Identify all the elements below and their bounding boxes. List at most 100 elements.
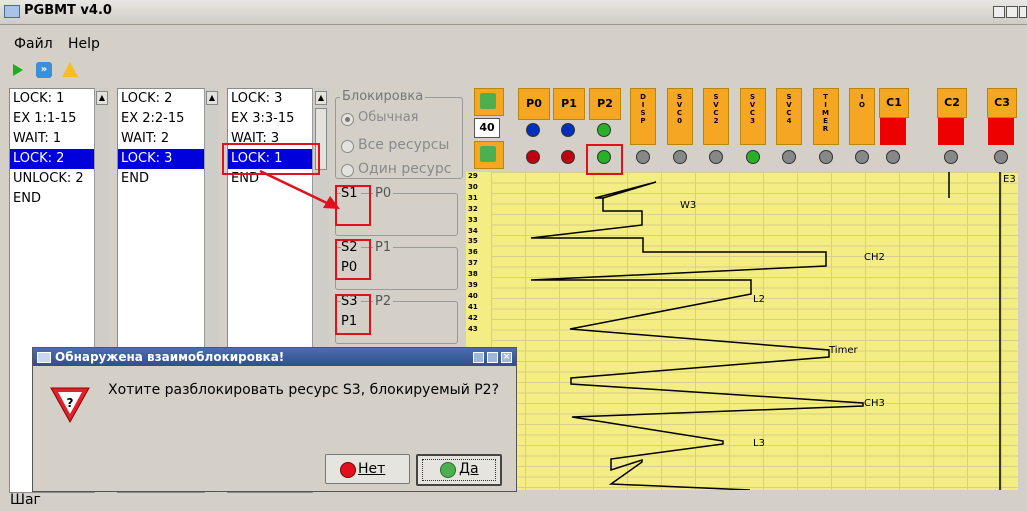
resource-owner: P2: [373, 294, 394, 309]
ruler-tick: 43: [468, 324, 478, 333]
ruler-tick: 34: [468, 226, 478, 235]
system-column-label: I O: [859, 93, 865, 109]
speed-input[interactable]: 40: [474, 118, 500, 138]
yes-button[interactable]: Да: [416, 454, 502, 486]
channel-state-indicator: [994, 150, 1008, 164]
ruler-tick: 30: [468, 182, 478, 191]
maximize-button[interactable]: [1006, 6, 1018, 18]
channel-header-c3[interactable]: C3: [987, 88, 1017, 118]
channel-state-indicator: [944, 150, 958, 164]
process-lock-indicator: [561, 150, 575, 164]
system-state-indicator: [636, 150, 650, 164]
scroll-up-icon[interactable]: ▲: [315, 91, 327, 105]
highlight-s3: [335, 294, 371, 335]
menu-help[interactable]: Help: [68, 36, 100, 52]
system-column-svc2: S V C 2: [703, 88, 729, 145]
menu-file[interactable]: Файл: [14, 36, 53, 52]
trace-line: [530, 181, 864, 490]
ruler-tick: 33: [468, 215, 478, 224]
trace-label-e3: E3: [1003, 174, 1016, 185]
ruler-tick: 42: [468, 313, 478, 322]
scroll-up-icon[interactable]: ▲: [96, 91, 108, 105]
list-item[interactable]: LOCK: 2: [118, 89, 204, 109]
minimize-button[interactable]: [993, 6, 1005, 18]
window-icon: [4, 5, 20, 18]
question-warning-icon: ?: [50, 387, 90, 424]
dialog-minimize-button[interactable]: [473, 352, 484, 363]
system-column-label: S V C 4: [786, 93, 792, 125]
system-state-indicator: [745, 150, 760, 164]
list-item[interactable]: EX 1:1-15: [10, 109, 94, 129]
process-header-p0[interactable]: P0: [518, 88, 550, 120]
system-state-indicator: [818, 150, 833, 164]
resource-owner: P1: [373, 240, 394, 255]
system-column-label: S V C 0: [676, 93, 683, 125]
system-column-label: T I M E R: [822, 93, 829, 133]
radio-one-resource-label: Один ресурс: [358, 161, 452, 177]
channel-header-c2[interactable]: C2: [937, 88, 967, 118]
ruler-tick: 39: [468, 281, 478, 289]
highlight-p2-indicator: [586, 144, 623, 175]
radio-all-resources[interactable]: [341, 140, 354, 153]
dialog-title: Обнаружена взаимоблокировка!: [55, 350, 285, 364]
list-item[interactable]: EX 2:2-15: [118, 109, 204, 129]
trace-label-w3: W3: [680, 200, 697, 211]
close-button[interactable]: [1019, 6, 1027, 18]
channel-header-c1[interactable]: C1: [879, 88, 909, 118]
dialog-maximize-button[interactable]: [487, 352, 498, 363]
blocking-group-label: Блокировка: [340, 89, 426, 104]
ruler-tick: 40: [468, 291, 478, 300]
list-item[interactable]: WAIT: 1: [10, 129, 94, 149]
fast-forward-icon[interactable]: »: [36, 62, 52, 78]
svg-text:?: ?: [67, 396, 74, 410]
dialog-message: Хотите разблокировать ресурс S3, блокиру…: [108, 382, 500, 398]
selected-list-item[interactable]: LOCK: 3: [118, 149, 204, 169]
list-item[interactable]: UNLOCK: 2: [10, 169, 94, 189]
play-icon[interactable]: [13, 64, 23, 76]
dialog-close-button[interactable]: ×: [501, 352, 512, 363]
speed-down-button[interactable]: [474, 141, 504, 169]
no-button[interactable]: Нет: [325, 454, 410, 484]
list-item[interactable]: EX 3:3-15: [228, 109, 312, 129]
trace-label-timer: Timer: [829, 345, 858, 356]
process-lock-indicator: [526, 150, 540, 164]
channel-busy-indicator: [880, 118, 906, 145]
system-column-svc0: S V C 0: [666, 88, 693, 145]
channel-state-indicator: [886, 150, 900, 164]
title-bar: [0, 0, 1027, 25]
warning-icon[interactable]: [62, 62, 78, 77]
process-state-indicator: [561, 123, 575, 137]
speed-up-button[interactable]: [474, 88, 504, 116]
list-item[interactable]: END: [118, 169, 204, 189]
process-state-indicator: [597, 123, 611, 137]
list-item[interactable]: LOCK: 1: [10, 89, 94, 109]
ruler-tick: 31: [468, 193, 478, 202]
list-item[interactable]: END: [10, 189, 94, 209]
system-state-indicator: [672, 150, 687, 164]
list-item[interactable]: LOCK: 3: [228, 89, 312, 109]
selected-list-item[interactable]: LOCK: 2: [10, 149, 94, 169]
system-column-timer: T I M E R: [812, 88, 839, 145]
system-column-label: D I S P: [640, 93, 646, 125]
step-label: Шаг: [10, 492, 41, 508]
trace-label-ch3: CH3: [864, 398, 885, 409]
ruler-tick: 36: [468, 248, 478, 257]
pointer-arrow: [259, 169, 340, 209]
timeline-grid: W3 CH2 L2 Timer CH3 L3 E3: [491, 172, 1018, 490]
no-button-label: Нет: [358, 461, 386, 477]
system-column-label: S V C 3: [749, 93, 756, 125]
system-state-indicator: [709, 150, 723, 164]
radio-normal[interactable]: [341, 113, 354, 126]
system-column-label: S V C 2: [713, 93, 719, 125]
dialog-title-bar: Обнаружена взаимоблокировка! ×: [33, 348, 516, 366]
no-icon: [340, 462, 356, 478]
scroll-up-icon[interactable]: ▲: [206, 91, 218, 105]
highlight-s2: [335, 239, 371, 280]
process-header-p1[interactable]: P1: [553, 88, 585, 120]
trace-label-l2: L2: [753, 294, 765, 305]
system-column-svc4: S V C 4: [776, 88, 802, 145]
list-item[interactable]: WAIT: 2: [118, 129, 204, 149]
process-header-p2[interactable]: P2: [589, 88, 621, 120]
ruler-tick: 41: [468, 302, 478, 311]
dialog-window-icon: [37, 352, 51, 363]
